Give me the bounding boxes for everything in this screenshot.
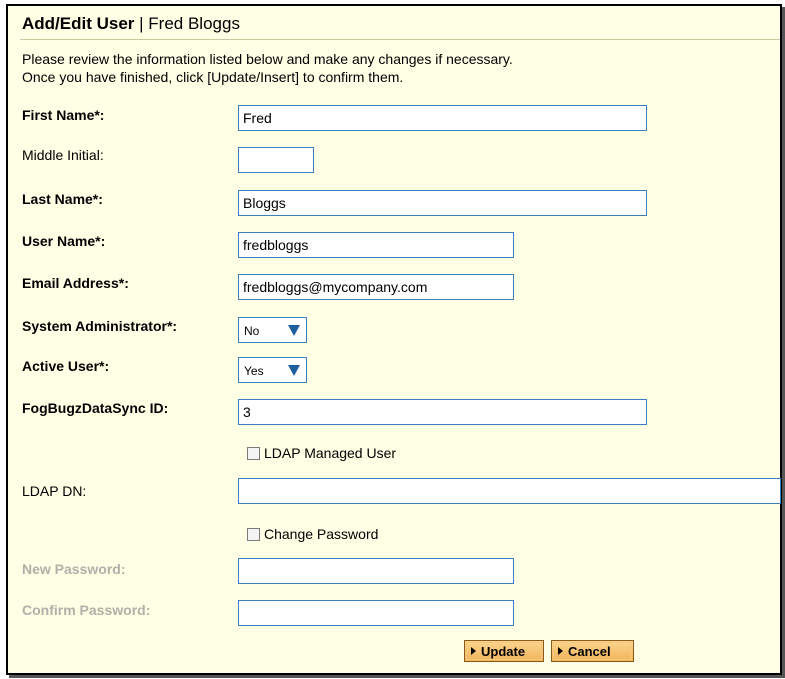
user-name-field[interactable]: fredbloggs (238, 232, 514, 258)
cancel-button-label: Cancel (568, 643, 611, 659)
page-title-main: Add/Edit User (22, 14, 135, 33)
email-label: Email Address*: (22, 275, 129, 291)
system-admin-select[interactable]: No (238, 317, 307, 343)
update-button-label: Update (481, 643, 526, 659)
active-user-value: Yes (244, 364, 264, 378)
first-name-field[interactable]: Fred (238, 105, 647, 131)
page-title: Add/Edit User | Fred Bloggs (22, 14, 240, 34)
ldap-managed-row[interactable]: LDAP Managed User (247, 444, 396, 462)
ldap-managed-label: LDAP Managed User (264, 445, 397, 461)
fogbugz-id-label: FogBugzDataSync ID: (22, 400, 169, 416)
confirm-password-label: Confirm Password: (22, 602, 151, 618)
fogbugz-id-field[interactable]: 3 (238, 399, 647, 425)
confirm-password-field[interactable] (238, 600, 514, 626)
first-name-label: First Name*: (22, 107, 105, 123)
chevron-down-icon (288, 325, 300, 336)
active-user-label: Active User*: (22, 358, 110, 374)
play-arrow-icon (558, 647, 563, 655)
ldap-dn-label: LDAP DN: (22, 483, 87, 499)
change-password-row[interactable]: Change Password (247, 525, 378, 543)
change-password-label: Change Password (264, 526, 379, 542)
system-admin-label: System Administrator*: (22, 318, 178, 334)
intro-line-1: Please review the information listed bel… (22, 51, 513, 67)
title-divider (20, 39, 780, 40)
last-name-field[interactable]: Bloggs (238, 190, 647, 216)
title-separator: | (134, 14, 149, 33)
update-button[interactable]: Update (464, 640, 544, 662)
last-name-label: Last Name*: (22, 191, 103, 207)
chevron-down-icon (288, 365, 300, 376)
user-name-label: User Name*: (22, 233, 106, 249)
change-password-checkbox[interactable] (247, 527, 260, 541)
new-password-field[interactable] (238, 558, 514, 584)
intro-line-2: Once you have finished, click [Update/In… (22, 69, 404, 85)
middle-initial-label: Middle Initial: (22, 147, 104, 163)
system-admin-value: No (244, 324, 260, 338)
page-title-user: Fred Bloggs (148, 14, 240, 33)
play-arrow-icon (471, 647, 476, 655)
user-form-panel: Add/Edit User | Fred Bloggs Please revie… (6, 4, 782, 675)
ldap-managed-checkbox[interactable] (247, 446, 260, 460)
email-field[interactable]: fredbloggs@mycompany.com (238, 274, 514, 300)
cancel-button[interactable]: Cancel (551, 640, 634, 662)
intro-text: Please review the information listed bel… (22, 50, 513, 86)
active-user-select[interactable]: Yes (238, 357, 307, 383)
middle-initial-field[interactable] (238, 147, 314, 173)
ldap-dn-field[interactable] (238, 478, 781, 504)
new-password-label: New Password: (22, 561, 126, 577)
